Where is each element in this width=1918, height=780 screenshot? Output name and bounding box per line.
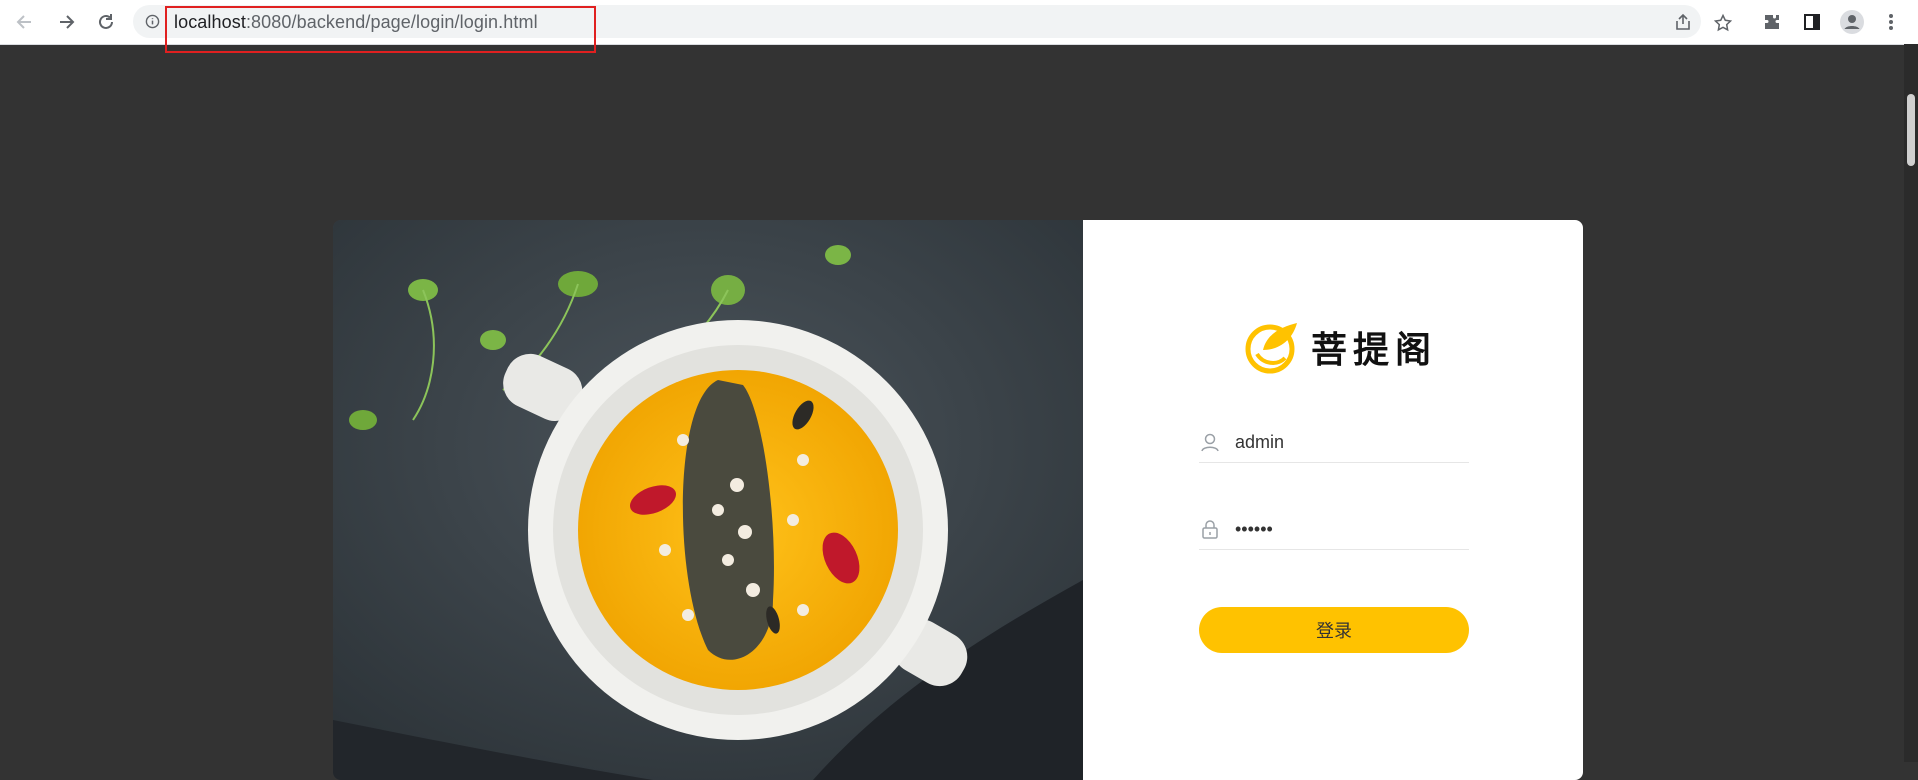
brand-logo: 菩提阁: [1245, 320, 1437, 374]
info-icon[interactable]: [145, 14, 160, 29]
side-panel-button[interactable]: [1797, 8, 1827, 36]
password-input[interactable]: [1233, 517, 1457, 541]
extensions-button[interactable]: [1757, 8, 1787, 36]
profile-button[interactable]: [1837, 8, 1867, 36]
password-field[interactable]: [1199, 509, 1469, 550]
food-photo: [333, 220, 1083, 780]
forward-button[interactable]: [51, 8, 81, 36]
scrollbar[interactable]: [1904, 44, 1918, 762]
reload-button[interactable]: [91, 8, 121, 36]
username-field[interactable]: [1199, 422, 1469, 463]
extensions-icon: [1765, 15, 1779, 29]
login-button[interactable]: 登录: [1199, 607, 1469, 653]
bookmark-star-icon: [1713, 13, 1733, 32]
scrollbar-thumb[interactable]: [1907, 94, 1915, 166]
share-icon: [1676, 13, 1690, 30]
back-icon: [16, 15, 31, 29]
reload-icon: [99, 14, 113, 29]
user-icon: [1199, 431, 1221, 453]
side-panel-icon: [1804, 14, 1820, 30]
brand-name: 菩提阁: [1311, 330, 1438, 371]
food-illustration: [333, 220, 1083, 780]
share-button[interactable]: [1671, 10, 1695, 34]
leaf-logo-icon: [1245, 323, 1297, 374]
login-form-panel: 菩提阁 登录: [1083, 220, 1583, 780]
login-card: 菩提阁 登录: [333, 220, 1583, 780]
lock-icon: [1199, 518, 1221, 540]
profile-icon: [1840, 10, 1864, 34]
url-highlight-annotation: [165, 6, 596, 53]
menu-button[interactable]: [1876, 8, 1906, 36]
forward-icon: [60, 15, 75, 29]
username-input[interactable]: [1233, 430, 1457, 454]
menu-icon: [1889, 14, 1893, 30]
bookmark-button[interactable]: [1711, 11, 1735, 35]
back-button[interactable]: [10, 8, 40, 36]
